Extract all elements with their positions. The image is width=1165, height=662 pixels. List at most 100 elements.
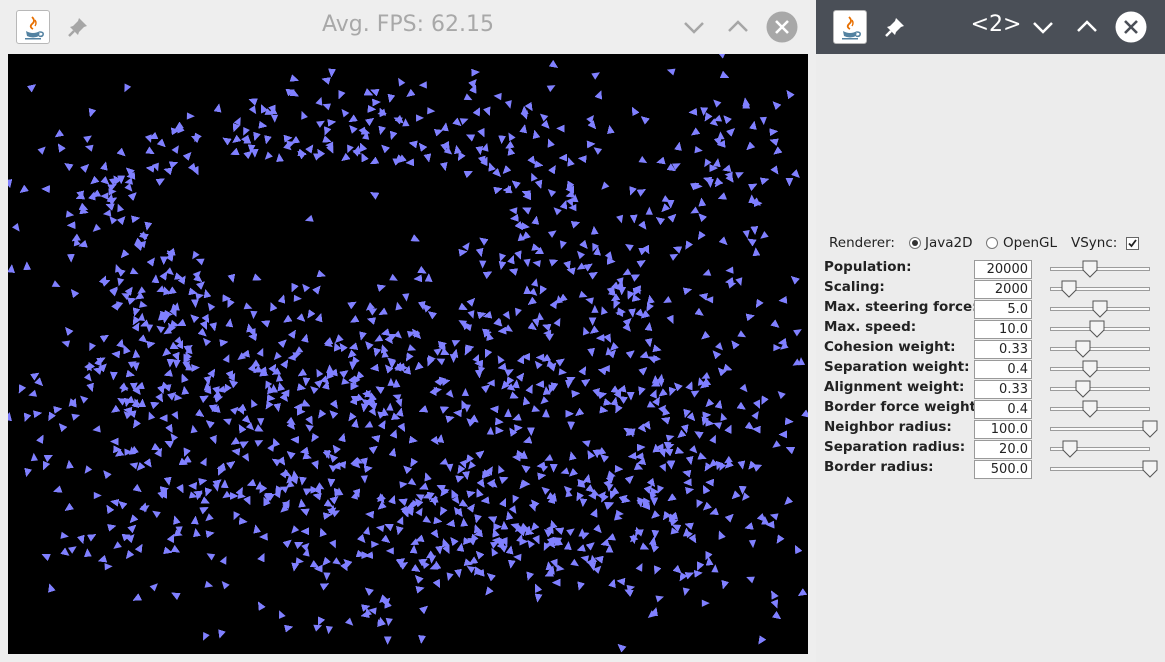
boid bbox=[92, 425, 101, 433]
boid bbox=[124, 183, 133, 192]
boid bbox=[108, 188, 117, 196]
boid bbox=[389, 273, 398, 281]
boid bbox=[102, 209, 112, 217]
boid bbox=[509, 207, 518, 215]
boid bbox=[385, 617, 393, 627]
boid bbox=[287, 353, 296, 361]
boid bbox=[659, 463, 666, 472]
boid bbox=[241, 453, 250, 462]
boid bbox=[83, 373, 92, 382]
simulation-titlebar[interactable]: Avg. FPS: 62.15 bbox=[0, 0, 816, 54]
boid bbox=[556, 564, 565, 572]
boid bbox=[195, 258, 205, 266]
boid bbox=[295, 557, 304, 565]
boid bbox=[544, 454, 554, 461]
boid bbox=[508, 132, 516, 142]
boid bbox=[513, 553, 522, 562]
boid bbox=[576, 262, 586, 270]
boid bbox=[509, 505, 517, 514]
boid bbox=[546, 85, 556, 93]
boid bbox=[402, 293, 410, 302]
boid bbox=[92, 223, 101, 232]
boid bbox=[170, 433, 179, 442]
boid bbox=[100, 192, 109, 200]
boid bbox=[531, 405, 541, 412]
boid bbox=[479, 260, 487, 269]
boid bbox=[772, 440, 781, 448]
boid bbox=[230, 406, 239, 415]
boid bbox=[341, 377, 350, 385]
boid bbox=[591, 304, 599, 313]
boid bbox=[689, 445, 698, 454]
boid bbox=[690, 390, 700, 398]
boid bbox=[696, 499, 704, 508]
boid bbox=[360, 475, 368, 484]
boid bbox=[665, 434, 675, 442]
boid bbox=[221, 581, 230, 590]
boid bbox=[83, 135, 92, 143]
java-icon[interactable] bbox=[16, 10, 50, 44]
boid bbox=[601, 306, 608, 315]
boid bbox=[486, 426, 494, 435]
boid bbox=[93, 491, 102, 500]
boid bbox=[459, 118, 469, 125]
boid bbox=[463, 93, 473, 101]
boid bbox=[715, 342, 723, 351]
boid bbox=[746, 576, 755, 584]
boid bbox=[399, 481, 408, 489]
chevron-down-icon[interactable] bbox=[679, 12, 709, 42]
boid bbox=[71, 413, 81, 421]
boid bbox=[315, 96, 323, 106]
boid bbox=[129, 462, 139, 470]
pin-icon[interactable] bbox=[65, 14, 91, 40]
boid bbox=[446, 572, 454, 582]
boid bbox=[205, 513, 214, 522]
boid bbox=[386, 402, 394, 411]
boid bbox=[577, 250, 585, 260]
boid bbox=[499, 253, 507, 262]
boids-canvas[interactable] bbox=[4, 51, 811, 654]
boid bbox=[769, 513, 779, 521]
boid bbox=[273, 351, 282, 361]
boid bbox=[396, 516, 404, 525]
boid bbox=[666, 68, 676, 76]
boid bbox=[190, 424, 198, 434]
boid bbox=[694, 146, 703, 154]
boid bbox=[316, 368, 324, 378]
boid bbox=[461, 388, 469, 396]
boids-swarm bbox=[4, 51, 811, 653]
boid bbox=[737, 330, 747, 338]
boid bbox=[124, 177, 133, 185]
boid bbox=[243, 302, 253, 310]
boid bbox=[415, 507, 423, 517]
boid bbox=[739, 383, 748, 393]
boid bbox=[117, 203, 125, 213]
boid bbox=[504, 100, 512, 109]
boid bbox=[304, 214, 314, 222]
boid bbox=[60, 531, 69, 539]
boid bbox=[773, 344, 782, 352]
boid bbox=[490, 541, 499, 549]
chevron-up-icon[interactable] bbox=[723, 12, 753, 42]
boid bbox=[645, 206, 653, 215]
boid bbox=[68, 546, 77, 554]
boid bbox=[468, 461, 476, 470]
boid bbox=[742, 492, 750, 501]
boid bbox=[439, 458, 449, 465]
boid bbox=[553, 207, 562, 216]
boid bbox=[223, 418, 232, 426]
boid bbox=[547, 230, 557, 238]
boid bbox=[467, 310, 475, 319]
boid bbox=[491, 547, 499, 557]
boid bbox=[547, 189, 557, 198]
boid bbox=[363, 526, 371, 535]
boid bbox=[512, 494, 520, 504]
boid bbox=[199, 457, 207, 467]
boid bbox=[570, 558, 579, 567]
boid bbox=[735, 277, 743, 286]
close-icon[interactable] bbox=[766, 11, 798, 43]
boid bbox=[192, 250, 200, 260]
boid bbox=[635, 563, 643, 572]
boid bbox=[347, 144, 354, 154]
boid bbox=[139, 300, 148, 308]
